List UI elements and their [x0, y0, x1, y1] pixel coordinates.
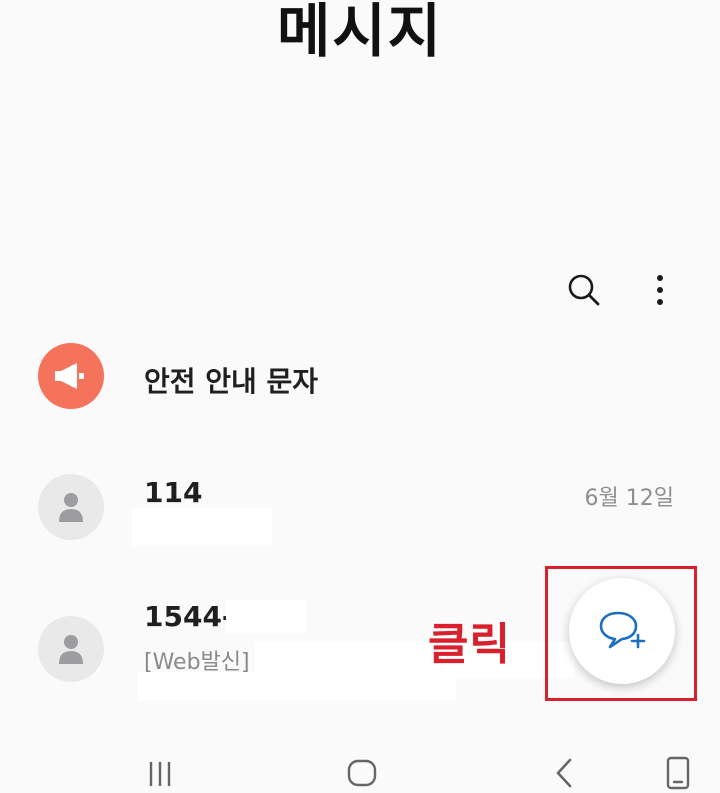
page-title: 메시지 — [276, 0, 444, 65]
search-icon — [568, 274, 600, 306]
avatar — [38, 474, 104, 540]
recents-button[interactable] — [140, 753, 180, 793]
back-icon — [556, 758, 572, 788]
home-icon — [347, 759, 377, 787]
conversation-item[interactable]: 안전 안내 문자 — [0, 340, 720, 412]
click-annotation: 클릭 — [428, 619, 511, 670]
megaphone-icon — [55, 363, 84, 389]
new-message-button[interactable] — [569, 578, 675, 684]
avatar — [38, 343, 104, 409]
search-button[interactable] — [564, 268, 604, 312]
person-icon — [59, 635, 83, 664]
conversation-name: 안전 안내 문자 — [144, 365, 319, 398]
conversation-item[interactable]: 114 6월 12일 — [0, 472, 720, 546]
person-icon — [59, 493, 83, 522]
navigation-bar — [0, 745, 720, 793]
conversation-name: 114 — [144, 476, 203, 509]
redacted-preview — [138, 672, 456, 700]
keyboard-toggle-button[interactable] — [658, 753, 698, 793]
toolbar — [564, 268, 680, 312]
recents-icon — [149, 762, 171, 786]
more-vertical-icon — [657, 275, 663, 305]
home-button[interactable] — [342, 753, 382, 793]
conversation-date: 6월 12일 — [584, 486, 674, 511]
more-options-button[interactable] — [640, 268, 680, 312]
keyboard-toggle-icon — [666, 756, 690, 790]
redacted-number — [226, 600, 306, 634]
avatar — [38, 616, 104, 682]
back-button[interactable] — [544, 753, 584, 793]
new-message-icon — [599, 611, 646, 649]
conversation-name: 1544- — [144, 600, 234, 633]
redacted-preview — [132, 508, 272, 546]
